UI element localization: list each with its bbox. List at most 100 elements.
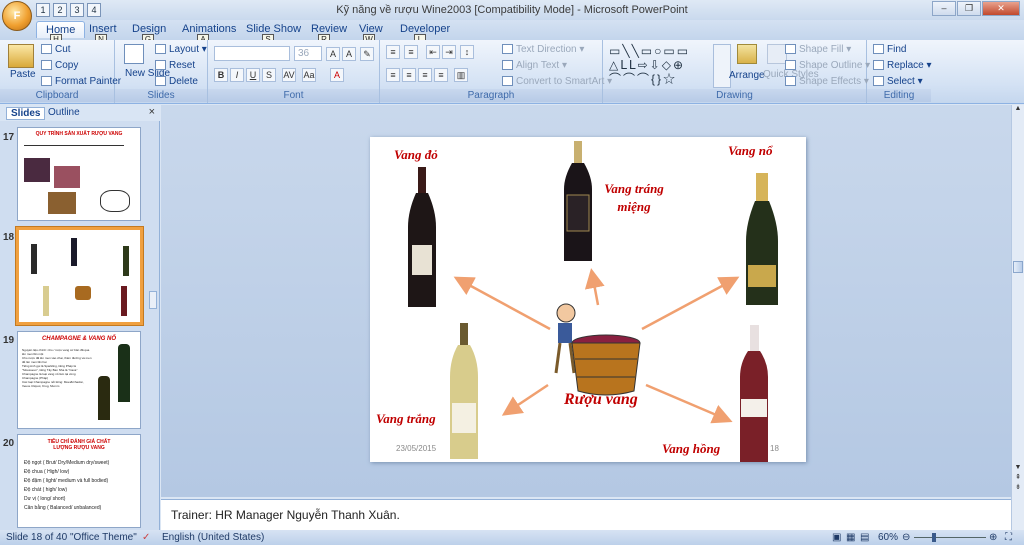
strike-icon[interactable]: S bbox=[262, 68, 276, 82]
select-button[interactable]: Select ▾ bbox=[873, 76, 923, 87]
normal-view-icon[interactable]: ▣ bbox=[832, 532, 841, 543]
new-slide-icon[interactable] bbox=[124, 44, 144, 64]
replace-icon bbox=[873, 60, 884, 71]
window-title: Kỹ năng về rượu Wine2003 [Compatibility … bbox=[336, 4, 688, 16]
format-painter-button[interactable]: Format Painter bbox=[41, 76, 121, 87]
vertical-scrollbar[interactable]: ▲ ▼ ⇞ ⇟ bbox=[1011, 105, 1024, 530]
zoom-level[interactable]: 60% bbox=[878, 532, 898, 543]
office-button[interactable]: F bbox=[2, 1, 32, 31]
convert-smartart-button[interactable]: Convert to SmartArt ▾ bbox=[502, 76, 612, 87]
spellcheck-icon[interactable]: ✓ bbox=[142, 532, 150, 543]
close-button[interactable]: ✕ bbox=[982, 1, 1020, 16]
font-size-box[interactable]: 36 bbox=[294, 46, 322, 61]
notes-pane[interactable]: Trainer: HR Manager Nguyễn Thanh Xuân. bbox=[161, 499, 1011, 530]
font-name-box[interactable] bbox=[214, 46, 290, 61]
tab-slides[interactable]: Slides bbox=[6, 107, 46, 120]
italic-icon[interactable]: I bbox=[230, 68, 244, 82]
thumb-bottle bbox=[43, 286, 49, 316]
text-direction-button[interactable]: Text Direction ▾ bbox=[502, 44, 584, 55]
reset-icon bbox=[155, 60, 166, 71]
shrink-font-icon[interactable]: A bbox=[342, 47, 356, 61]
shapes-gallery[interactable]: ▭╲╲▭○▭▭ △ᒪᒪ⇨⇩◇⊕ ⌒⌒⌒{}☆ bbox=[609, 44, 707, 88]
qat-key-4[interactable]: 4 bbox=[87, 3, 101, 17]
close-icon[interactable]: × bbox=[149, 106, 155, 118]
qat-key-1[interactable]: 1 bbox=[36, 3, 50, 17]
zoom-out-icon[interactable]: ⊖ bbox=[902, 532, 910, 543]
justify-icon[interactable]: ≡ bbox=[434, 68, 448, 82]
minimize-button[interactable]: – bbox=[932, 1, 956, 16]
zoom-in-icon[interactable]: ⊕ bbox=[989, 532, 997, 543]
tab-animations[interactable]: Animations bbox=[182, 23, 236, 35]
slides-panel: Slides Outline × 17 QUY TRÌNH SẢN XUẤT R… bbox=[0, 105, 160, 530]
label-rose-wine: Vang hồng bbox=[662, 441, 721, 456]
shapes-scroll[interactable] bbox=[713, 44, 731, 88]
thumbnail-slide-19[interactable]: CHAMPAGNE & VANG NỔ Nguyên liệu chính: n… bbox=[17, 331, 141, 429]
align-text-button[interactable]: Align Text ▾ bbox=[502, 60, 567, 71]
delete-button[interactable]: Delete bbox=[155, 76, 198, 87]
white-wine-bottle bbox=[450, 323, 478, 459]
flow-line bbox=[24, 145, 124, 153]
align-right-icon[interactable]: ≡ bbox=[418, 68, 432, 82]
layout-button[interactable]: Layout ▾ bbox=[155, 44, 207, 55]
arrange-button[interactable]: Arrange bbox=[729, 70, 765, 81]
clear-format-icon[interactable]: ✎ bbox=[360, 47, 374, 61]
reset-button[interactable]: Reset bbox=[155, 60, 195, 71]
font-color-icon[interactable]: A bbox=[330, 68, 344, 82]
thumb-bottle bbox=[118, 344, 130, 402]
thumb-body: Độ ngọt ( Brut/ Dry/Medium dry/sweet) Độ… bbox=[24, 460, 110, 511]
paste-icon[interactable] bbox=[8, 44, 34, 68]
outline-icon bbox=[785, 60, 796, 71]
shape-fill-button[interactable]: Shape Fill ▾ bbox=[785, 44, 851, 55]
thumb-title: QUY TRÌNH SẢN XUẤT RƯỢU VANG bbox=[35, 131, 123, 137]
scroll-thumb[interactable] bbox=[1013, 261, 1023, 273]
shape-outline-button[interactable]: Shape Outline ▾ bbox=[785, 60, 870, 71]
outdent-icon[interactable]: ⇥ bbox=[442, 45, 456, 59]
qat-key-3[interactable]: 3 bbox=[70, 3, 84, 17]
line-spacing-icon[interactable]: ↕ bbox=[460, 45, 474, 59]
align-center-icon[interactable]: ≡ bbox=[402, 68, 416, 82]
clipboard-group: Paste Cut Copy Format Painter Clipboard bbox=[0, 40, 121, 103]
zoom-slider[interactable] bbox=[914, 537, 986, 538]
layout-icon bbox=[155, 44, 166, 55]
fit-window-icon[interactable]: ⛶ bbox=[1005, 532, 1012, 543]
cut-button[interactable]: Cut bbox=[41, 44, 71, 55]
slideshow-view-icon[interactable]: ▤ bbox=[860, 532, 869, 543]
align-left-icon[interactable]: ≡ bbox=[386, 68, 400, 82]
underline-icon[interactable]: U bbox=[246, 68, 260, 82]
notes-text[interactable]: Trainer: HR Manager Nguyễn Thanh Xuân. bbox=[171, 508, 400, 522]
find-button[interactable]: Find bbox=[873, 44, 906, 55]
paragraph-label: Paragraph bbox=[380, 89, 602, 102]
paste-button[interactable]: Paste bbox=[10, 69, 36, 80]
columns-icon[interactable]: ▥ bbox=[454, 68, 468, 82]
sorter-view-icon[interactable]: ▦ bbox=[846, 532, 855, 543]
scroll-up-icon[interactable]: ▲ bbox=[1013, 105, 1023, 115]
copy-button[interactable]: Copy bbox=[41, 60, 78, 71]
smartart-icon bbox=[502, 76, 513, 87]
bold-icon[interactable]: B bbox=[214, 68, 228, 82]
restore-button[interactable]: ❐ bbox=[957, 1, 981, 16]
language-indicator[interactable]: English (United States) bbox=[162, 532, 264, 543]
quick-styles-icon[interactable] bbox=[767, 44, 787, 64]
grow-font-icon[interactable]: A bbox=[326, 47, 340, 61]
zoom-thumb[interactable] bbox=[932, 533, 936, 542]
theme-name: "Office Theme" bbox=[70, 532, 137, 543]
tab-outline[interactable]: Outline bbox=[48, 107, 80, 118]
label-white-wine: Vang trắng bbox=[376, 411, 436, 426]
bullets-icon[interactable]: ≡ bbox=[386, 45, 400, 59]
replace-button[interactable]: Replace ▾ bbox=[873, 60, 932, 71]
indent-icon[interactable]: ⇤ bbox=[426, 45, 440, 59]
qat-key-2[interactable]: 2 bbox=[53, 3, 67, 17]
case-icon[interactable]: Aa bbox=[302, 68, 316, 82]
arrange-icon[interactable] bbox=[737, 44, 757, 64]
thumbnail-slide-17[interactable]: QUY TRÌNH SẢN XUẤT RƯỢU VANG bbox=[17, 127, 141, 221]
thumbnail-slide-20[interactable]: TIÊU CHÍ ĐÁNH GIÁ CHẤT LƯỢNG RƯỢU VANG Đ… bbox=[17, 434, 141, 528]
numbering-icon[interactable]: ≡ bbox=[404, 45, 418, 59]
scroll-nav-icons[interactable]: ▼ ⇞ ⇟ bbox=[1013, 463, 1023, 493]
thumbnail-slide-18[interactable] bbox=[16, 227, 143, 325]
shape-effects-button[interactable]: Shape Effects ▾ bbox=[785, 76, 869, 87]
panel-splitter[interactable] bbox=[149, 291, 157, 309]
slide-counter: Slide 18 of 40 bbox=[6, 532, 68, 543]
spacing-icon[interactable]: AV bbox=[282, 68, 296, 82]
slides-label: Slides bbox=[115, 89, 207, 102]
thumb-bottle bbox=[121, 286, 127, 316]
